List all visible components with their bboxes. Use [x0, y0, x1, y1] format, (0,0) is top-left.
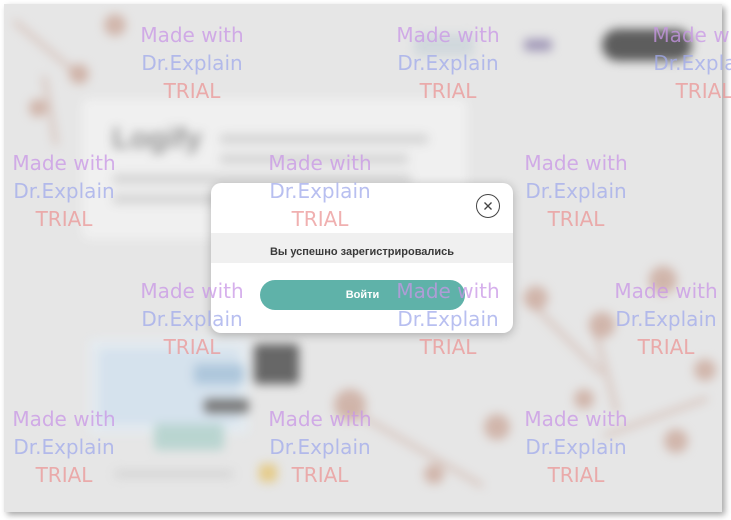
- login-button[interactable]: Войти: [260, 280, 465, 310]
- close-icon: [484, 202, 492, 210]
- close-button[interactable]: [476, 194, 500, 218]
- success-message: Вы успешно зарегистрировались: [269, 246, 455, 258]
- registration-success-dialog: Вы успешно зарегистрировались Войти: [211, 183, 513, 333]
